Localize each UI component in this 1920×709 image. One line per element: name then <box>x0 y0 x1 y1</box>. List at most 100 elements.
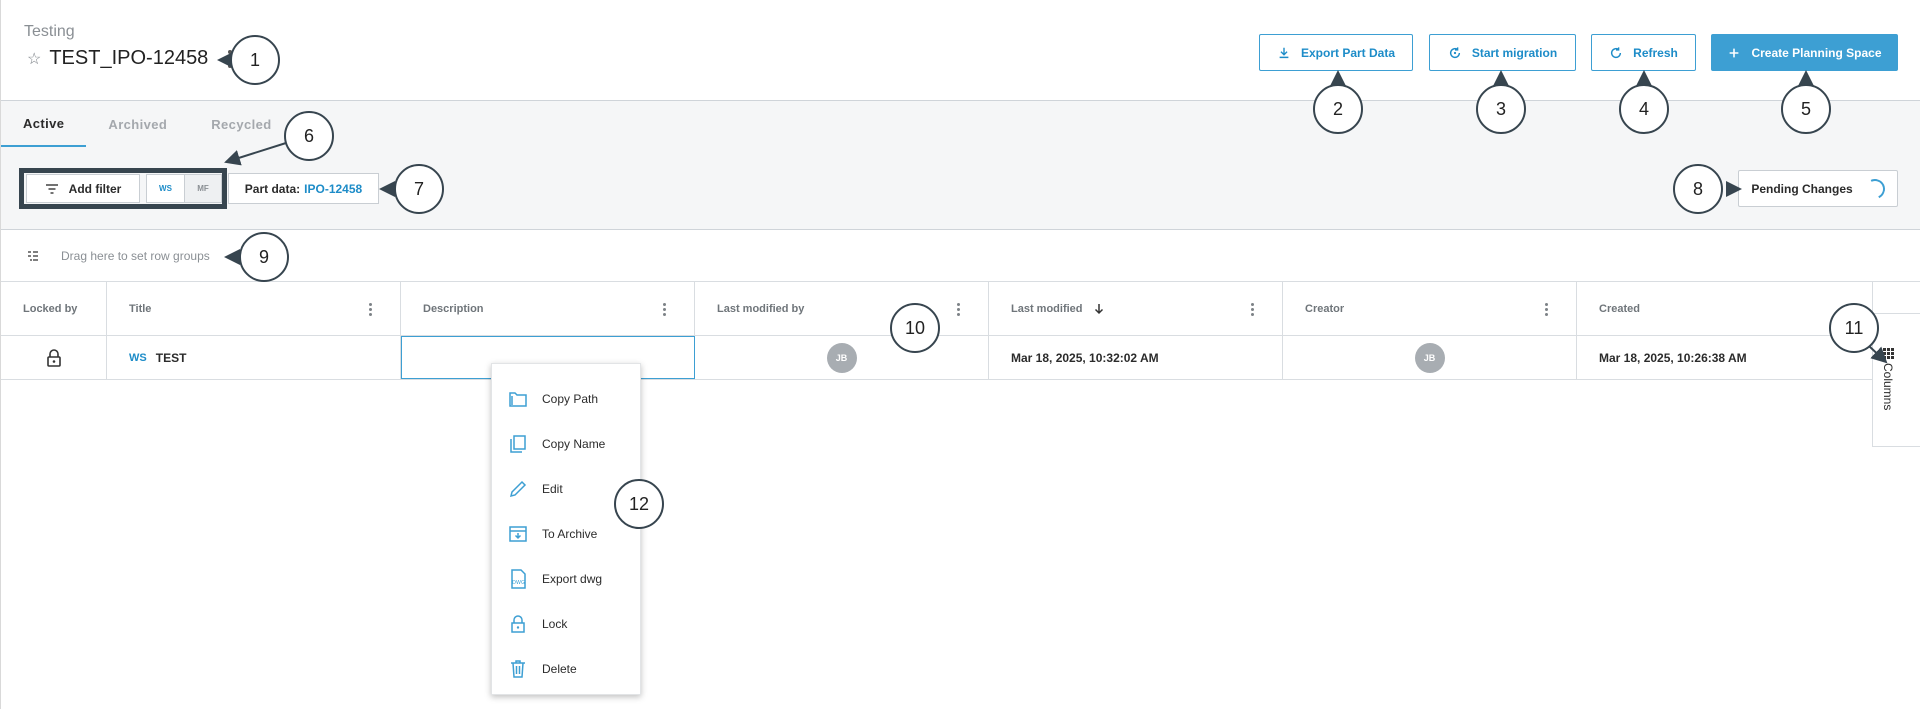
create-planning-space-label: Create Planning Space <box>1751 45 1882 60</box>
add-filter-button[interactable]: Add filter <box>26 174 140 203</box>
column-header-description[interactable]: Description <box>401 282 695 335</box>
context-menu: Copy Path Copy Name Edit To Archive DWG … <box>491 363 641 695</box>
callout-3: 3 <box>1476 84 1526 134</box>
tab-bar: Active Archived Recycled <box>1 101 294 147</box>
tab-archived[interactable]: Archived <box>86 101 189 147</box>
column-header-locked-by[interactable]: Locked by <box>1 282 107 335</box>
cell-last-modified-by[interactable]: JB <box>695 336 989 379</box>
tab-recycled[interactable]: Recycled <box>189 101 293 147</box>
menu-item-label: Export dwg <box>542 571 603 586</box>
app-root: Testing ☆ TEST_IPO-12458 Export Part Dat… <box>0 0 1920 709</box>
refresh-label: Refresh <box>1633 45 1678 60</box>
callout-6: 6 <box>284 111 334 161</box>
column-header-creator[interactable]: Creator <box>1283 282 1577 335</box>
menu-item-label: Copy Name <box>542 436 606 451</box>
start-migration-label: Start migration <box>1471 45 1558 60</box>
callout-12: 12 <box>614 479 664 529</box>
menu-item-export-dwg[interactable]: DWG Export dwg <box>492 556 640 601</box>
row-groups-icon <box>28 250 38 261</box>
callout-4: 4 <box>1619 84 1669 134</box>
sort-descending-icon[interactable] <box>1093 303 1105 315</box>
favorite-star-icon[interactable]: ☆ <box>27 49 41 69</box>
breadcrumb[interactable]: Testing <box>24 23 75 41</box>
callout-1: 1 <box>230 35 280 85</box>
row-groups-placeholder: Drag here to set row groups <box>61 248 210 263</box>
migration-icon <box>1449 46 1460 58</box>
menu-item-copy-name[interactable]: Copy Name <box>492 421 640 466</box>
callout-7: 7 <box>394 164 444 214</box>
cell-title-text: TEST <box>155 350 187 365</box>
column-menu-icon[interactable] <box>663 303 666 316</box>
pencil-icon <box>509 480 527 497</box>
menu-item-label: Edit <box>542 481 563 496</box>
start-migration-button[interactable]: Start migration <box>1429 34 1576 71</box>
column-menu-icon[interactable] <box>957 303 960 316</box>
menu-item-copy-path[interactable]: Copy Path <box>492 376 640 421</box>
cell-title[interactable]: WS TEST <box>107 336 401 379</box>
create-planning-space-button[interactable]: Create Planning Space <box>1711 34 1898 71</box>
part-data-label: Part data: <box>244 181 301 196</box>
part-data-value: IPO-12458 <box>304 181 363 196</box>
callout-2: 2 <box>1313 84 1363 134</box>
cell-created[interactable]: Mar 18, 2025, 10:26:38 AM <box>1577 336 1872 379</box>
download-icon <box>1279 47 1289 58</box>
avatar: JB <box>1414 342 1445 373</box>
lock-icon <box>511 614 525 633</box>
avatar: JB <box>826 342 857 373</box>
cell-creator[interactable]: JB <box>1283 336 1577 379</box>
pending-changes-label: Pending Changes <box>1751 181 1853 196</box>
callout-5: 5 <box>1781 84 1831 134</box>
column-header-title[interactable]: Title <box>107 282 401 335</box>
menu-item-label: Lock <box>542 616 568 631</box>
cell-last-modified[interactable]: Mar 18, 2025, 10:32:02 AM <box>989 336 1283 379</box>
copy-icon <box>510 434 526 453</box>
add-filter-label: Add filter <box>68 181 122 196</box>
toggle-mf[interactable]: MF <box>184 175 221 202</box>
part-data-chip[interactable]: Part data: IPO-12458 <box>228 173 379 204</box>
columns-toggle[interactable]: Columns <box>1881 348 1895 410</box>
column-menu-icon[interactable] <box>369 303 372 316</box>
column-header-created[interactable]: Created <box>1577 282 1872 335</box>
callout-9: 9 <box>239 232 289 282</box>
column-header-label: Created <box>1599 302 1640 315</box>
column-menu-icon[interactable] <box>1545 303 1548 316</box>
menu-item-label: To Archive <box>542 526 598 541</box>
dwg-file-icon: DWG <box>511 568 526 589</box>
cell-locked-by[interactable] <box>1 336 107 379</box>
menu-item-label: Delete <box>542 661 577 676</box>
column-header-label: Title <box>129 302 152 315</box>
ws-mf-toggle: WS MF <box>146 174 222 203</box>
toggle-ws[interactable]: WS <box>147 175 184 202</box>
column-menu-icon[interactable] <box>1251 303 1254 316</box>
title-row: ☆ TEST_IPO-12458 <box>27 47 233 70</box>
folder-icon <box>509 391 527 407</box>
columns-side-panel: Columns <box>1872 282 1920 447</box>
filter-icon <box>45 183 58 194</box>
ws-tag: WS <box>129 351 147 364</box>
column-header-last-modified[interactable]: Last modified <box>989 282 1283 335</box>
export-part-data-label: Export Part Data <box>1300 45 1396 60</box>
tab-active[interactable]: Active <box>1 101 87 147</box>
menu-item-lock[interactable]: Lock <box>492 601 640 646</box>
grid-icon <box>1882 348 1894 359</box>
trash-icon <box>511 659 525 678</box>
menu-item-delete[interactable]: Delete <box>492 646 640 691</box>
refresh-icon <box>1611 46 1622 58</box>
plus-icon <box>1730 48 1739 57</box>
table-row[interactable]: WS TEST JB Mar 18, 2025, 10:32:02 AM JB … <box>1 336 1872 380</box>
callout-8: 8 <box>1673 164 1723 214</box>
pending-changes-button[interactable]: Pending Changes <box>1738 170 1898 207</box>
menu-item-label: Copy Path <box>542 391 599 406</box>
filter-group: Add filter WS MF <box>19 168 227 209</box>
column-header-last-modified-by[interactable]: Last modified by <box>695 282 989 335</box>
refresh-button[interactable]: Refresh <box>1591 34 1696 71</box>
column-header-label: Description <box>423 302 484 315</box>
loading-spinner-icon <box>1861 175 1888 202</box>
svg-text:DWG: DWG <box>512 580 525 586</box>
archive-icon <box>509 525 527 542</box>
columns-panel-header <box>1873 282 1920 314</box>
columns-label: Columns <box>1881 363 1895 411</box>
column-header-label: Last modified <box>1011 302 1083 315</box>
export-part-data-button[interactable]: Export Part Data <box>1259 34 1413 71</box>
column-header-label: Last modified by <box>717 302 805 315</box>
